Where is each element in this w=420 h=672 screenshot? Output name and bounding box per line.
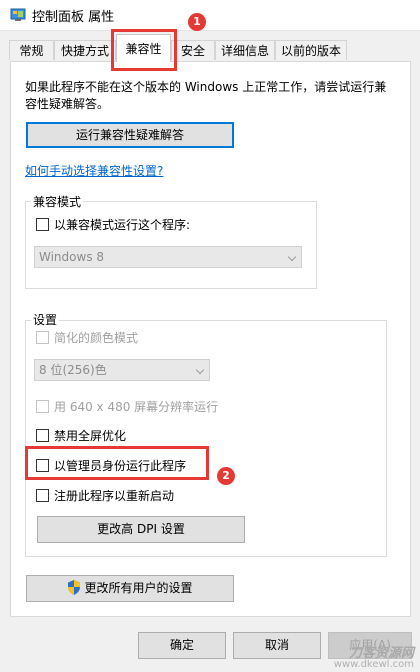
tab-compatibility[interactable]: 兼容性 — [116, 34, 171, 62]
chevron-down-icon — [195, 365, 205, 375]
intro-text: 如果此程序不能在这个版本的 Windows 上正常工作，请尝试运行兼容性疑难解答… — [25, 80, 387, 111]
checkbox-label: 以兼容模式运行这个程序: — [54, 218, 191, 232]
os-select-value: Windows 8 — [39, 250, 105, 264]
compat-mode-checkbox[interactable]: 以兼容模式运行这个程序: — [36, 218, 190, 233]
change-dpi-button[interactable]: 更改高 DPI 设置 — [37, 516, 245, 543]
checkbox-label: 注册此程序以重新启动 — [54, 489, 175, 503]
tab-security[interactable]: 安全 — [171, 40, 215, 60]
cancel-button[interactable]: 取消 — [233, 632, 321, 659]
checkbox-box[interactable] — [36, 489, 49, 502]
watermark-title: 刀客资源网 — [348, 646, 414, 661]
checkbox-box[interactable] — [36, 218, 49, 231]
watermark-url: www.dkewl.com — [333, 659, 414, 670]
checkbox-label: 用 640 x 480 屏幕分辨率运行 — [54, 400, 219, 414]
register-restart-checkbox[interactable]: 注册此程序以重新启动 — [36, 489, 174, 504]
ok-button[interactable]: 确定 — [138, 632, 226, 659]
run-troubleshooter-button[interactable]: 运行兼容性疑难解答 — [26, 122, 234, 148]
settings-title: 设置 — [31, 311, 60, 328]
color-mode-select: 8 位(256)色 — [34, 359, 210, 381]
change-all-users-button[interactable]: 更改所有用户的设置 — [26, 575, 234, 602]
compat-mode-title: 兼容模式 — [31, 193, 84, 210]
checkbox-box[interactable] — [36, 429, 49, 442]
checkbox-box — [36, 331, 49, 344]
chevron-down-icon — [287, 252, 297, 262]
disable-fullscreen-checkbox[interactable]: 禁用全屏优化 — [36, 429, 126, 444]
checkbox-box — [36, 400, 49, 413]
watermark: 刀客资源网 www.dkewl.com — [333, 646, 414, 670]
manual-settings-link[interactable]: 如何手动选择兼容性设置? — [25, 162, 163, 179]
tab-shortcut[interactable]: 快捷方式 — [54, 40, 116, 60]
tab-previous-versions[interactable]: 以前的版本 — [275, 40, 347, 60]
highlight-run-as-admin — [25, 446, 209, 480]
checkbox-label: 禁用全屏优化 — [54, 429, 127, 443]
os-select[interactable]: Windows 8 — [34, 246, 302, 268]
tab-general[interactable]: 常规 — [9, 40, 54, 60]
control-panel-icon — [10, 8, 26, 21]
annotation-badge-2: 2 — [217, 467, 235, 485]
checkbox-label: 简化的颜色模式 — [54, 331, 139, 345]
tab-details[interactable]: 详细信息 — [215, 40, 275, 60]
color-select-value: 8 位(256)色 — [39, 363, 107, 377]
window-title: 控制面板 属性 — [32, 10, 115, 25]
tab-strip: 常规 快捷方式 兼容性 安全 详细信息 以前的版本 — [0, 34, 420, 62]
all-users-label: 更改所有用户的设置 — [84, 581, 193, 595]
compat-mode-group — [25, 201, 317, 289]
res-640-checkbox: 用 640 x 480 屏幕分辨率运行 — [36, 400, 218, 415]
uac-shield-icon — [68, 580, 81, 595]
annotation-badge-1: 1 — [188, 13, 206, 31]
title-bar: 控制面板 属性 — [0, 0, 420, 31]
reduced-color-checkbox: 简化的颜色模式 — [36, 331, 138, 346]
